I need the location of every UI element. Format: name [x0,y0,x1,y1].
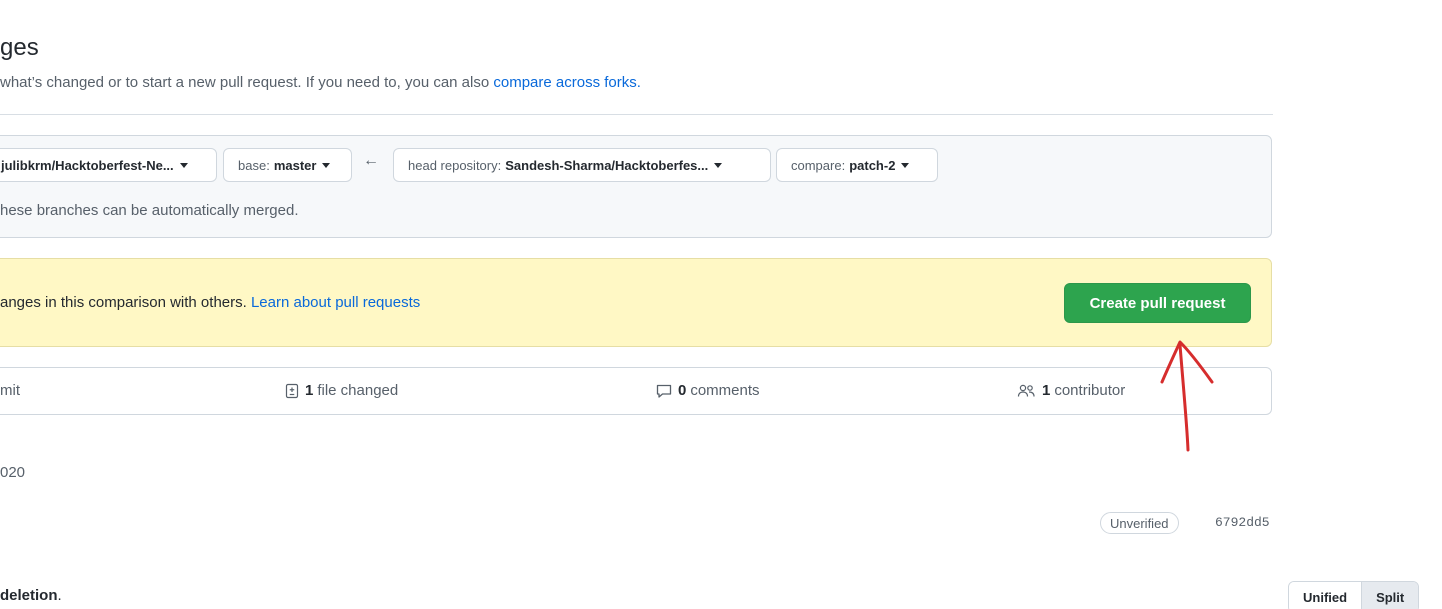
files-label: file changed [317,382,399,399]
page-subtitle: what’s changed or to start a new pull re… [0,74,641,91]
base-branch-name: master [273,157,317,173]
unified-view-button[interactable]: Unified [1289,582,1362,609]
diff-summary-tail: . [57,587,62,604]
commits-label: mit [0,382,20,399]
files-changed-stat[interactable]: 1 file changed [284,382,398,399]
head-repository-name: Sandesh-Sharma/Hacktoberfes... [505,157,709,173]
contributors-stat[interactable]: 1 contributor [1017,382,1125,399]
split-view-button[interactable]: Split [1361,582,1419,609]
compare-across-forks-link[interactable]: compare across forks. [493,74,641,91]
compare-prefix: compare: [791,157,846,173]
base-repository-name: julibkrm/Hacktoberfest-Ne... [1,157,174,173]
compare-branch-name: patch-2 [849,157,896,173]
comments-stat[interactable]: 0 comments [655,382,760,399]
merge-status-text: hese branches can be automatically merge… [0,202,299,219]
contributors-label: contributor [1054,382,1126,399]
page-title: ges [0,34,39,61]
diff-summary-bold: deletion [0,587,58,604]
contributors-count: 1 [1042,382,1051,399]
chevron-down-icon [714,162,723,168]
comments-count: 0 [678,382,687,399]
chevron-down-icon [322,162,331,168]
create-pull-request-button[interactable]: Create pull request [1064,283,1251,323]
commit-sha-link[interactable]: 6792dd5 [1215,515,1270,530]
head-repository-select[interactable]: head repository: Sandesh-Sharma/Hacktobe… [393,148,771,182]
compare-branch-select[interactable]: compare: patch-2 [776,148,938,182]
unverified-badge[interactable]: Unverified [1100,512,1179,534]
head-repository-prefix: head repository: [408,157,502,173]
chevron-down-icon [901,162,910,168]
files-count: 1 [305,382,314,399]
learn-about-pull-requests-link[interactable]: Learn about pull requests [251,294,420,311]
commit-date-fragment: 020 [0,464,26,481]
flash-message: anges in this comparison with others. Le… [0,294,420,311]
comment-icon [656,384,672,398]
comments-label: comments [690,382,760,399]
base-repository-select[interactable]: julibkrm/Hacktoberfest-Ne... [0,148,217,182]
diff-view-toggle: Unified Split [1288,581,1420,609]
subtitle-text: what’s changed or to start a new pull re… [0,74,494,91]
base-prefix: base: [238,157,270,173]
commits-stat[interactable]: mit [0,382,20,399]
compare-page: ges what’s changed or to start a new pul… [0,0,1442,609]
base-branch-select[interactable]: base: master [223,148,352,182]
arrow-left-icon: ← [363,152,379,169]
flash-text: anges in this comparison with others. [0,294,251,311]
chevron-down-icon [179,162,188,168]
header-divider [0,114,1273,115]
people-icon [1017,384,1035,397]
file-diff-icon [285,383,299,398]
diff-summary: deletion. [0,587,62,604]
